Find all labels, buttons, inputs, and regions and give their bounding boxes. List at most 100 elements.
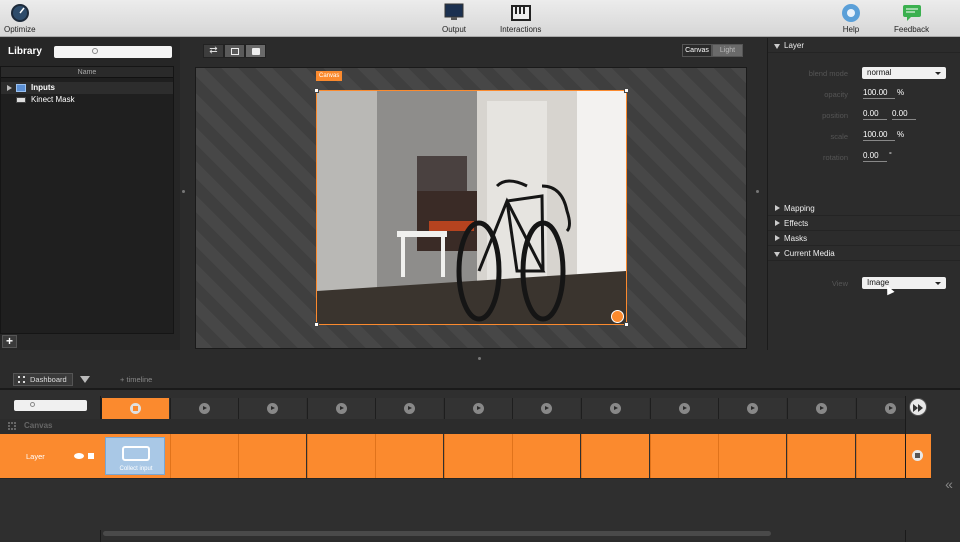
interactions-button[interactable]: Interactions xyxy=(500,3,541,34)
opacity-label: opacity xyxy=(824,90,848,99)
clip-cell[interactable] xyxy=(238,434,306,478)
position-label: position xyxy=(822,111,848,120)
play-icon xyxy=(336,403,347,414)
view-dropdown[interactable]: Image xyxy=(862,277,946,289)
column-trigger-active[interactable] xyxy=(101,398,169,419)
rotate-handle-icon[interactable] xyxy=(611,310,624,323)
corner-handle[interactable] xyxy=(624,88,629,93)
inspector-panel: Layer blend mode normal opacity 100.00 %… xyxy=(767,38,960,350)
output-button[interactable]: Output xyxy=(442,3,466,34)
feedback-button[interactable]: Feedback xyxy=(894,3,929,34)
dashboard-menu-dropdown[interactable] xyxy=(80,376,90,383)
splitter-dot[interactable] xyxy=(478,357,481,360)
clip-cell[interactable] xyxy=(444,434,512,478)
play-icon xyxy=(679,403,690,414)
column-trigger[interactable] xyxy=(170,398,238,419)
help-button[interactable]: Help xyxy=(840,3,862,34)
optimize-label: Optimize xyxy=(4,25,36,34)
clip-cell[interactable] xyxy=(787,434,855,478)
fast-forward-button[interactable] xyxy=(909,398,927,416)
clip-cell[interactable] xyxy=(512,434,580,478)
column-trigger[interactable] xyxy=(512,398,580,419)
canvas-viewer[interactable]: Canvas xyxy=(195,67,747,349)
clip-cell[interactable] xyxy=(650,434,718,478)
play-icon xyxy=(816,403,827,414)
horizontal-scrollbar[interactable] xyxy=(103,531,771,536)
add-timeline-button[interactable]: + timeline xyxy=(120,375,152,384)
scale-field[interactable]: 100.00 xyxy=(863,129,895,141)
dashboard: Canvas Layer Collect input « xyxy=(0,388,960,542)
opacity-field[interactable]: 100.00 xyxy=(863,87,895,99)
clip-cell-active[interactable]: Collect input xyxy=(101,434,170,478)
column-trigger[interactable] xyxy=(375,398,443,419)
library-item-kinect-mask[interactable]: Kinect Mask xyxy=(1,94,173,106)
section-current-media[interactable]: Current Media xyxy=(768,246,960,261)
kinect-icon xyxy=(16,97,26,103)
library-item-inputs[interactable]: Inputs xyxy=(1,82,173,94)
corner-handle[interactable] xyxy=(314,322,319,327)
mode-canvas-button[interactable]: Canvas xyxy=(682,44,712,57)
column-trigger[interactable] xyxy=(650,398,718,419)
corner-handle[interactable] xyxy=(314,88,319,93)
current-media-properties: View Image xyxy=(768,261,960,301)
column-trigger[interactable] xyxy=(718,398,786,419)
clip-cell[interactable] xyxy=(375,434,443,478)
column-header-name[interactable]: Name xyxy=(1,67,173,78)
clip-cell[interactable] xyxy=(718,434,786,478)
collapse-panel-button[interactable]: « xyxy=(938,476,960,496)
mode-light-button[interactable]: Light xyxy=(712,44,743,57)
library-search-input[interactable] xyxy=(54,46,172,58)
blend-mode-dropdown[interactable]: normal xyxy=(862,67,946,79)
rotation-unit: ° xyxy=(889,152,892,159)
column-trigger[interactable] xyxy=(787,398,855,419)
stop-square xyxy=(915,453,920,458)
mask-button[interactable] xyxy=(245,44,266,58)
section-effects[interactable]: Effects xyxy=(768,216,960,231)
help-label: Help xyxy=(842,25,860,34)
dashboard-search-input[interactable] xyxy=(14,400,87,411)
swap-arrows-button[interactable]: ⇄ xyxy=(203,44,224,58)
feedback-label: Feedback xyxy=(894,25,930,34)
canvas-group-icon xyxy=(8,422,16,430)
clip-cell[interactable] xyxy=(856,434,905,478)
lock-icon[interactable] xyxy=(88,453,94,459)
transform-button[interactable] xyxy=(224,44,245,58)
tab-dashboard[interactable]: Dashboard xyxy=(13,373,73,386)
canvas-media-image xyxy=(317,91,626,324)
search-icon xyxy=(30,402,35,407)
grid-icon xyxy=(18,376,25,383)
column-trigger[interactable] xyxy=(238,398,306,419)
column-trigger[interactable] xyxy=(856,398,905,419)
rotation-label: rotation xyxy=(822,153,848,162)
search-icon xyxy=(92,48,98,54)
play-icon xyxy=(473,403,484,414)
position-x-field[interactable]: 0.00 xyxy=(863,108,887,120)
section-layer[interactable]: Layer xyxy=(768,38,960,53)
column-trigger[interactable] xyxy=(444,398,512,419)
play-icon xyxy=(267,403,278,414)
position-y-field[interactable]: 0.00 xyxy=(892,108,916,120)
viewer-right-dot xyxy=(756,190,759,193)
add-input-button[interactable]: + xyxy=(2,335,17,348)
eye-icon[interactable] xyxy=(74,453,84,459)
layer-row[interactable]: Layer xyxy=(0,434,101,478)
column-trigger[interactable] xyxy=(307,398,375,419)
layer-stop-cell[interactable] xyxy=(906,434,931,478)
opacity-unit: % xyxy=(897,88,905,97)
monitor-icon xyxy=(444,3,464,20)
corner-handle[interactable] xyxy=(624,322,629,327)
optimize-button[interactable]: Optimize xyxy=(4,3,36,34)
viewer-tools: ⇄ xyxy=(203,44,267,58)
column-trigger[interactable] xyxy=(581,398,649,419)
expand-arrow-icon[interactable] xyxy=(7,85,12,91)
section-masks[interactable]: Masks xyxy=(768,231,960,246)
clip-cell[interactable] xyxy=(307,434,375,478)
clip-cell[interactable] xyxy=(170,434,238,478)
clip-cell[interactable] xyxy=(581,434,649,478)
rotation-field[interactable]: 0.00 xyxy=(863,150,887,162)
clip-label: Collect input xyxy=(119,466,153,472)
fast-forward-icon-part xyxy=(918,404,923,412)
toolbar: Optimize Output Interactions Help Feedba… xyxy=(0,0,960,37)
section-mapping[interactable]: Mapping xyxy=(768,201,960,216)
clip-thumbnail[interactable]: Collect input xyxy=(105,437,165,475)
